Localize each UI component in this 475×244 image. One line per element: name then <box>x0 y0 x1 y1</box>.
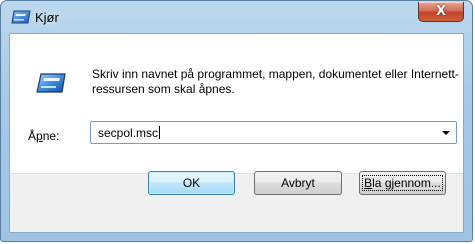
browse-button-label: Bla gjennom... <box>362 175 443 191</box>
browse-button[interactable]: Bla gjennom... <box>359 171 446 195</box>
cancel-button-label: Avbryt <box>281 176 315 190</box>
dialog-body: Skriv inn navnet på programmet, mappen, … <box>9 33 464 233</box>
open-input[interactable]: secpol.msc <box>98 126 161 140</box>
open-label-suffix: ne: <box>42 129 60 143</box>
close-button[interactable]: X <box>418 2 464 22</box>
title-bar[interactable]: Kjør X <box>1 1 472 33</box>
chevron-down-icon[interactable] <box>442 131 450 135</box>
text-caret <box>159 126 161 139</box>
open-label-prefix: Å <box>28 129 37 143</box>
close-icon: X <box>435 4 447 19</box>
ok-button[interactable]: OK <box>148 171 235 195</box>
ok-button-label: OK <box>182 176 201 190</box>
open-label: Åpne: <box>28 129 59 143</box>
run-dialog: Kjør X Skriv inn navnet på programmet, m… <box>0 0 473 242</box>
run-icon <box>36 73 66 93</box>
open-label-mnemonic: p <box>36 129 43 143</box>
open-input-value: secpol.msc <box>98 126 159 140</box>
run-icon <box>11 10 31 24</box>
browse-label-rest: la gjennom... <box>372 176 441 190</box>
cancel-button[interactable]: Avbryt <box>254 171 342 195</box>
browse-mnemonic: B <box>364 176 373 190</box>
open-combobox[interactable]: secpol.msc <box>90 121 457 144</box>
window-title: Kjør <box>35 10 59 25</box>
description-text: Skriv inn navnet på programmet, mappen, … <box>92 67 459 96</box>
